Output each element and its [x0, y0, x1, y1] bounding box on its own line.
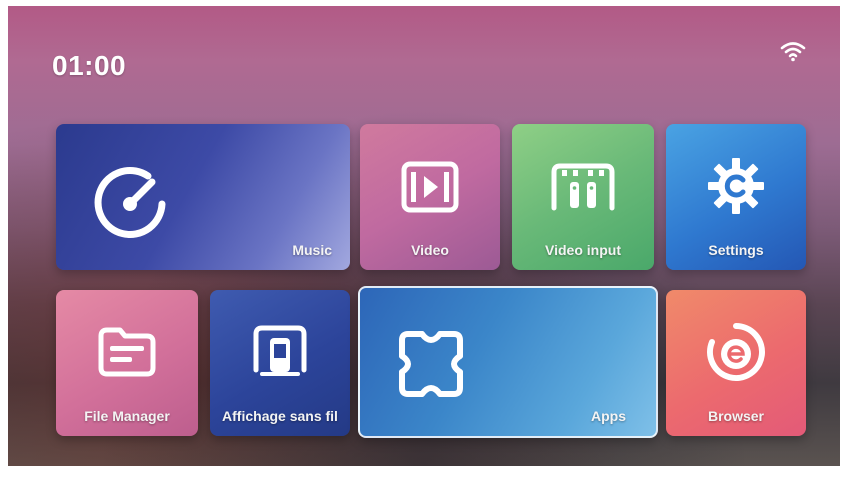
video-tile[interactable]: Video [360, 124, 500, 270]
apps-label: Apps [591, 408, 626, 424]
music-label: Music [292, 242, 332, 258]
music-tile[interactable]: Music [56, 124, 350, 270]
music-dial-icon [94, 166, 166, 238]
gear-icon [708, 158, 764, 214]
apps-tile[interactable]: Apps [358, 286, 658, 438]
browser-label: Browser [707, 408, 765, 424]
home-screen: 01:00 Music Video Video input Settings F… [8, 6, 840, 466]
video-label: Video [411, 242, 449, 258]
file-manager-tile[interactable]: File Manager [56, 290, 198, 436]
clock-time: 01:00 [52, 50, 127, 81]
settings-label: Settings [708, 242, 764, 258]
folder-icon [98, 327, 156, 377]
screen-cast-tile[interactable]: Affichage sans fil [210, 290, 350, 436]
wifi-icon [780, 42, 806, 62]
screen-cast-label: Affichage sans fil [222, 408, 338, 424]
browser-tile[interactable]: Browser [666, 290, 806, 436]
video-input-icon [551, 163, 615, 211]
apps-grid-icon [399, 331, 463, 397]
video-input-tile[interactable]: Video input [512, 124, 654, 270]
video-play-icon [401, 161, 459, 213]
browser-e-icon [707, 323, 765, 381]
video-input-label: Video input [545, 242, 621, 258]
screen-cast-icon [253, 325, 307, 376]
settings-tile[interactable]: Settings [666, 124, 806, 270]
file-manager-label: File Manager [84, 408, 170, 424]
